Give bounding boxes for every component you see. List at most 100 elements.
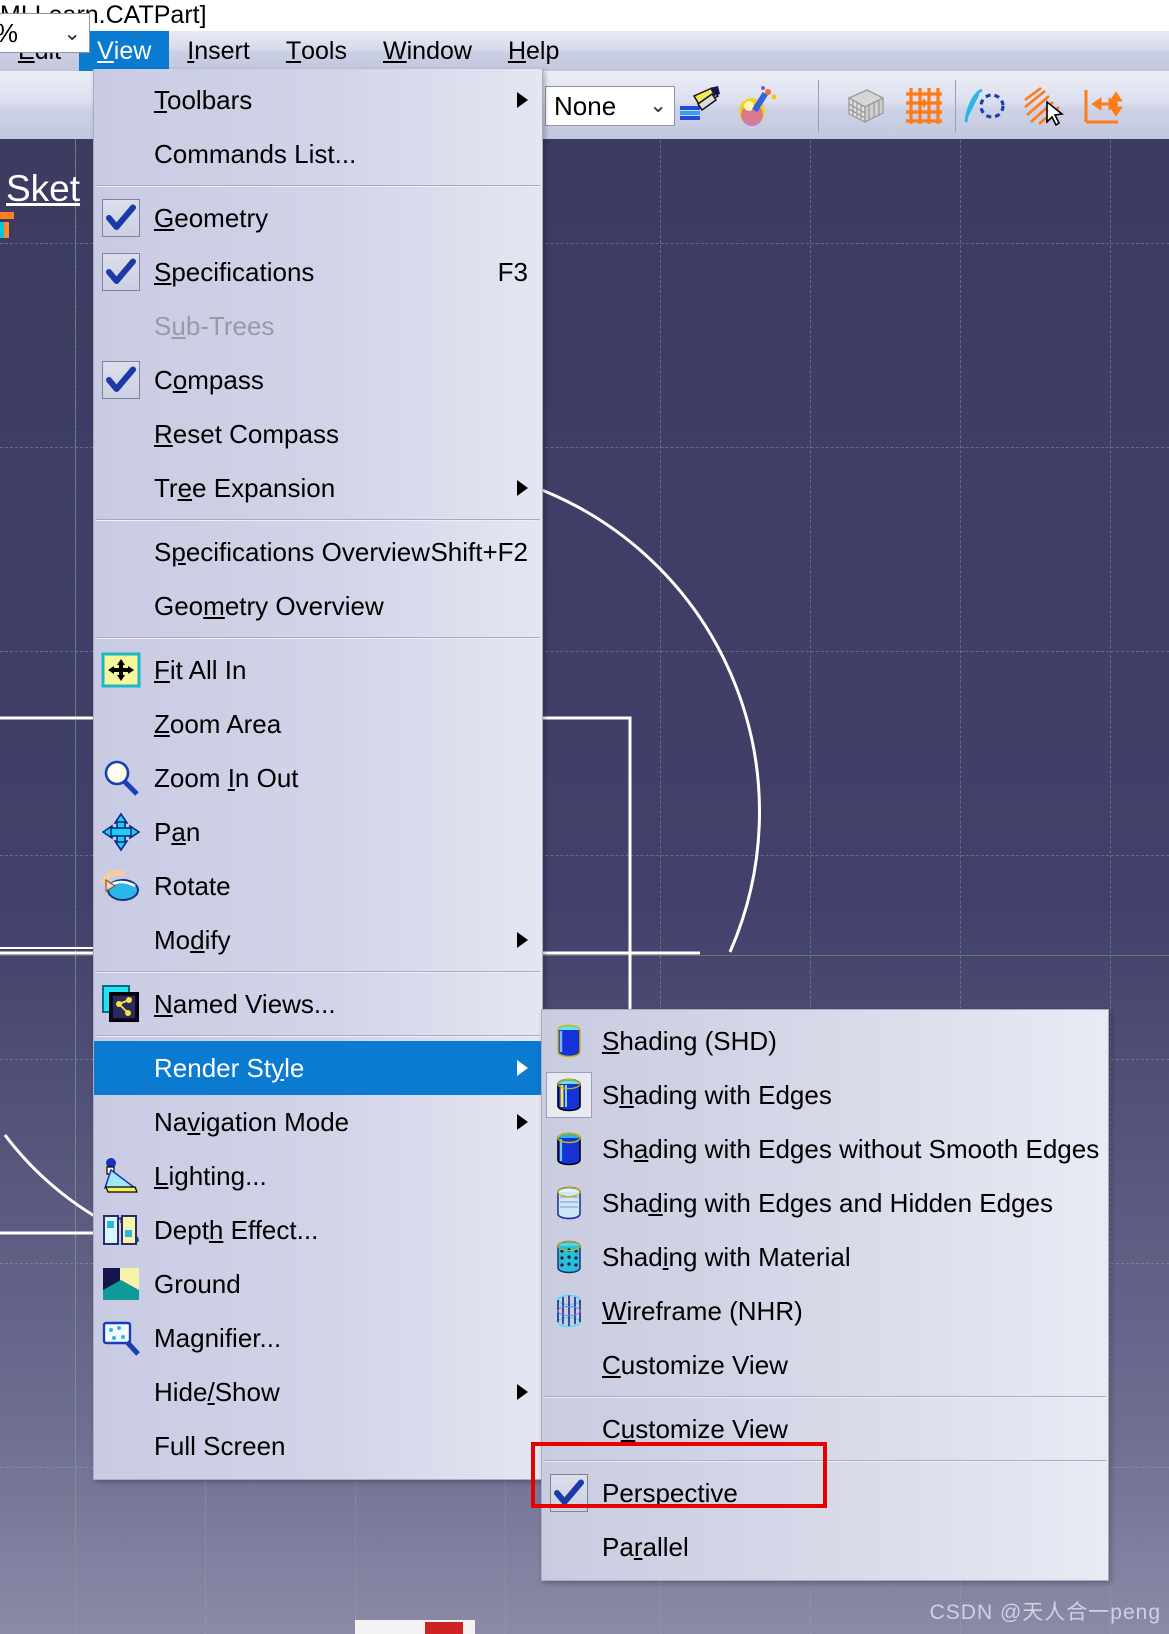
submenu-arrow-icon <box>517 480 528 496</box>
sketch-analysis-icon[interactable] <box>962 84 1006 128</box>
view-menu-item-reset-compass[interactable]: Reset Compass <box>94 407 542 461</box>
render-style-item-shading-with-material[interactable]: Shading with Material <box>542 1230 1108 1284</box>
checkbox-compass[interactable] <box>102 361 140 399</box>
view-menu-item-zoom-in-out[interactable]: Zoom In Out <box>94 751 542 805</box>
magnifier-icon <box>102 1321 140 1356</box>
render-style-item-label: Shading (SHD) <box>602 1025 777 1056</box>
view-menu-item-rotate[interactable]: Rotate <box>94 859 542 913</box>
spec-tree-branch-marker <box>0 212 14 219</box>
render-style-item-shading-shd[interactable]: Shading (SHD) <box>542 1014 1108 1068</box>
view-menu-item-tree-expansion[interactable]: Tree Expansion <box>94 461 542 515</box>
shading-cube-icon[interactable] <box>843 84 887 128</box>
shading-material-cylinder-icon <box>557 1240 581 1274</box>
view-menu-item-label: Hide/Show <box>154 1376 280 1407</box>
submenu-arrow-icon <box>517 1384 528 1400</box>
toolbar-separator <box>955 80 956 132</box>
view-menu-item-compass[interactable]: Compass <box>94 353 542 407</box>
view-menu-item-depth-effect[interactable]: Depth Effect... <box>94 1203 542 1257</box>
view-menu-item-full-screen[interactable]: Full Screen <box>94 1419 542 1473</box>
spec-tree-label[interactable]: Sket <box>6 168 80 210</box>
view-menu-item-zoom-area[interactable]: Zoom Area <box>94 697 542 751</box>
menu-separator <box>96 971 540 973</box>
quick-trim-icon[interactable] <box>1021 84 1065 128</box>
menu-accelerator: F3 <box>497 256 528 287</box>
render-style-item-parallel[interactable]: Parallel <box>542 1520 1108 1574</box>
view-menu-item-geometry-overview[interactable]: Geometry Overview <box>94 579 542 633</box>
view-menu-item-ground[interactable]: Ground <box>94 1257 542 1311</box>
checkbox-geometry[interactable] <box>102 199 140 237</box>
view-menu-item-toolbars[interactable]: Toolbars <box>94 73 542 127</box>
view-menu-item-label: Fit All In <box>154 654 247 685</box>
view-menu-item-geometry[interactable]: Geometry <box>94 191 542 245</box>
view-menu-item-navigation-mode[interactable]: Navigation Mode <box>94 1095 542 1149</box>
render-style-item-shading-with-edges[interactable]: Shading with Edges <box>542 1068 1108 1122</box>
render-style-item-customize-view[interactable]: Customize View <box>542 1338 1108 1392</box>
view-menu-item-commands-list[interactable]: Commands List... <box>94 127 542 181</box>
window-title-bar: MLLearn.CATPart] <box>0 0 1169 31</box>
view-menu-item-named-views[interactable]: Named Views... <box>94 977 542 1031</box>
submenu-arrow-icon <box>517 1060 528 1076</box>
view-dropdown-menu[interactable]: Toolbars Commands List... Geometry Specific… <box>93 69 543 1480</box>
menu-separator <box>544 1396 1106 1398</box>
checkbox-specifications[interactable] <box>102 253 140 291</box>
view-menu-item-label: Specifications <box>154 256 315 287</box>
grid-icon[interactable] <box>902 84 946 128</box>
submenu-arrow-icon <box>517 932 528 948</box>
view-menu-item-fit-all-in[interactable]: Fit All In <box>94 643 542 697</box>
view-menu-item-label: Pan <box>154 816 201 847</box>
chevron-down-icon: ⌄ <box>63 22 81 45</box>
view-menu-item-label: Specifications Overview <box>154 536 431 567</box>
render-style-item-label: Shading with Edges and Hidden Edges <box>602 1187 1054 1218</box>
menubar-item-tools[interactable]: Tools <box>268 31 365 71</box>
view-menu-item-modify[interactable]: Modify <box>94 913 542 967</box>
checkbox-perspective[interactable] <box>550 1474 588 1512</box>
view-menu-item-label: Commands List... <box>154 138 357 169</box>
view-menu-item-label: Reset Compass <box>154 418 339 449</box>
view-menu-item-pan[interactable]: Pan <box>94 805 542 859</box>
render-style-item-shading-with-edges-and-hidden-edges[interactable]: Shading with Edges and Hidden Edges <box>542 1176 1108 1230</box>
view-menu-item-label: Zoom In Out <box>154 762 299 793</box>
view-menu-item-hide-show[interactable]: Hide/Show <box>94 1365 542 1419</box>
render-style-item-perspective[interactable]: Perspective <box>542 1466 1108 1520</box>
render-style-item-label: Wireframe (NHR) <box>602 1295 803 1326</box>
render-style-item-customize-view[interactable]: Customize View <box>542 1402 1108 1456</box>
material-ball-icon[interactable] <box>735 84 779 128</box>
menubar-item-window[interactable]: Window <box>365 31 490 71</box>
constraint-icon[interactable] <box>1080 84 1124 128</box>
menubar-item-view[interactable]: View <box>79 31 170 71</box>
lighting-icon <box>103 1158 138 1193</box>
view-menu-item-specifications-overview[interactable]: Specifications Overview Shift+F2 <box>94 525 542 579</box>
view-menu-item-label: Ground <box>154 1268 241 1299</box>
menubar-item-insert[interactable]: Insert <box>169 31 268 71</box>
menu-separator <box>96 637 540 639</box>
menu-separator <box>544 1460 1106 1462</box>
toolbar-separator <box>818 80 819 132</box>
grid-line-vertical <box>1110 0 1111 1634</box>
view-menu-item-label: Lighting... <box>154 1160 267 1191</box>
render-style-item-shading-with-edges-without-smooth-edges[interactable]: Shading with Edges without Smooth Edges <box>542 1122 1108 1176</box>
zoom-level-combobox[interactable]: 00% ⌄ <box>0 13 90 53</box>
paint-brush-icon[interactable] <box>678 84 722 128</box>
menu-accelerator: Shift+F2 <box>430 536 528 567</box>
view-menu-item-lighting[interactable]: Lighting... <box>94 1149 542 1203</box>
taskbar-close-fragment <box>425 1622 463 1634</box>
render-style-submenu[interactable]: Shading (SHD) Shading with Edges Shading… <box>541 1009 1109 1581</box>
render-style-item-wireframe-nhr[interactable]: Wireframe (NHR) <box>542 1284 1108 1338</box>
menu-bar[interactable]: EditViewInsertToolsWindowHelp <box>0 31 1169 71</box>
rotate-icon <box>101 869 139 901</box>
zoom-in-out-icon <box>104 760 139 796</box>
menubar-item-help[interactable]: Help <box>490 31 577 71</box>
csdn-watermark: CSDN @天人合一peng <box>929 1601 1161 1624</box>
view-menu-item-render-style[interactable]: Render Style <box>94 1041 542 1095</box>
apply-material-value: None <box>554 90 617 121</box>
view-menu-item-label: Sub-Trees <box>154 310 275 341</box>
chevron-down-icon: ⌄ <box>649 94 667 117</box>
apply-material-combobox[interactable]: None ⌄ <box>545 86 675 126</box>
view-menu-item-magnifier[interactable]: Magnifier... <box>94 1311 542 1365</box>
pan-icon <box>101 812 141 852</box>
view-menu-item-label: Named Views... <box>154 988 336 1019</box>
render-style-item-label: Shading with Edges <box>602 1079 832 1110</box>
view-menu-item-specifications[interactable]: Specifications F3 <box>94 245 542 299</box>
zoom-level-value: 00% <box>0 18 18 49</box>
menu-separator <box>96 185 540 187</box>
